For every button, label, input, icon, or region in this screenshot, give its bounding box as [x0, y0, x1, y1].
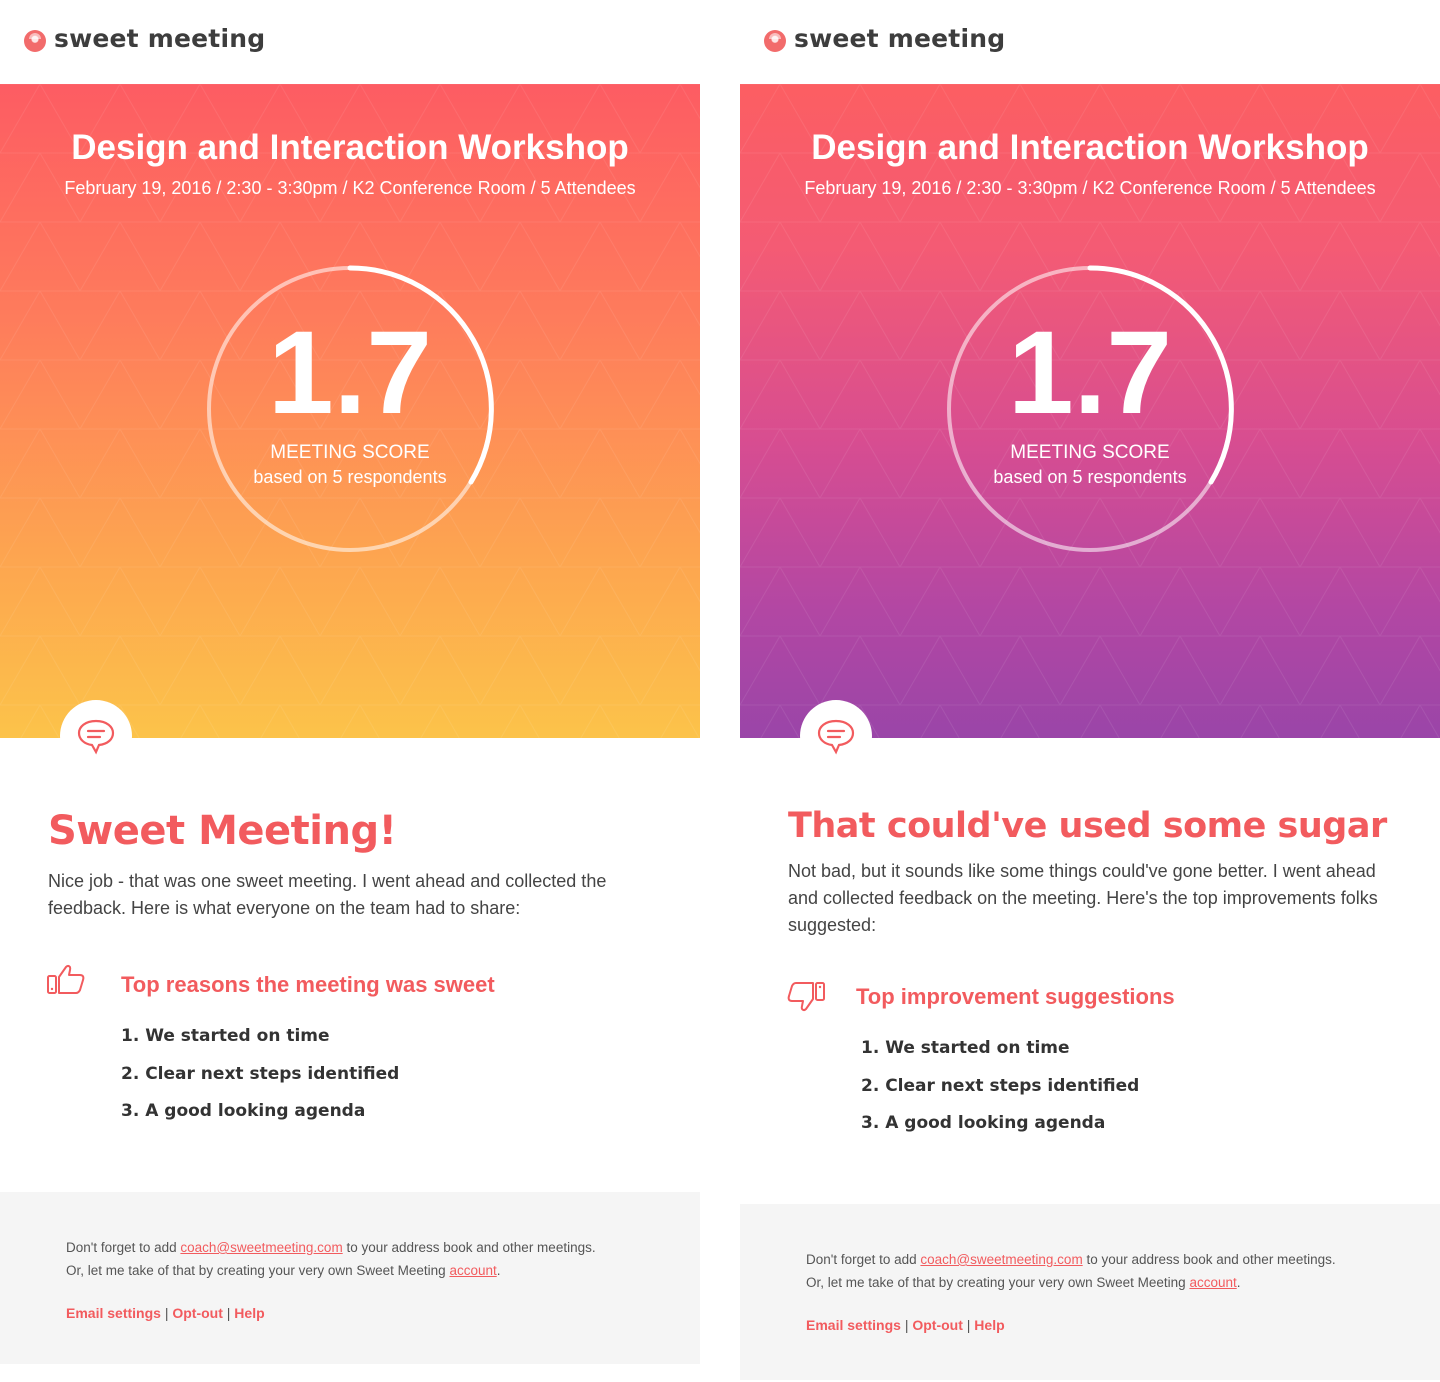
list-item: 1. We started on time	[121, 1026, 330, 1046]
footer-separator: |	[904, 1317, 909, 1333]
footer-text: Or, let me take of that by creating your…	[806, 1275, 1190, 1290]
coach-email-link[interactable]: coach@sweetmeeting.com	[920, 1252, 1082, 1267]
footer-line-1: Don't forget to add coach@sweetmeeting.c…	[66, 1240, 596, 1255]
improvements-list: 1. We started on time 2. Clear next step…	[861, 1030, 1139, 1143]
meeting-score-label: MEETING SCORE	[270, 442, 430, 463]
email-lead: Nice job - that was one sweet meeting. I…	[48, 871, 607, 918]
footer-line-1: Don't forget to add coach@sweetmeeting.c…	[806, 1252, 1336, 1267]
sweet-meeting-logo-icon	[24, 30, 46, 52]
sweet-meeting-logo-icon	[764, 30, 786, 52]
meeting-score-label: MEETING SCORE	[1010, 442, 1170, 463]
respondents-count: based on 5 respondents	[253, 467, 447, 487]
list-item: 2. Clear next steps identified	[861, 1075, 1140, 1096]
chat-badge	[800, 700, 872, 772]
list-item: 2. Clear next steps identified	[121, 1063, 400, 1084]
email-footer: Don't forget to add coach@sweetmeeting.c…	[740, 1204, 1440, 1380]
respondents-count: based on 5 respondents	[993, 467, 1187, 487]
brand-name: sweet meeting	[54, 24, 266, 53]
meeting-details: February 19, 2016 / 2:30 - 3:30pm / K2 C…	[64, 178, 636, 198]
section-title: Top improvement suggestions	[856, 984, 1175, 1009]
email-improvement: sweet meeting Design and Interaction Wor…	[740, 0, 1440, 1382]
footer-text: Don't forget to add	[66, 1240, 181, 1255]
footer-text: Don't forget to add	[806, 1252, 921, 1267]
meeting-score: 1.7	[267, 307, 433, 439]
opt-out-link[interactable]: Opt-out	[912, 1317, 963, 1333]
footer-line-2: Or, let me take of that by creating your…	[66, 1263, 501, 1278]
email-header: sweet meeting	[740, 0, 1440, 84]
meeting-score: 1.7	[1007, 307, 1173, 439]
email-positive: sweet meeting Design and Interaction Wor…	[0, 0, 700, 1382]
footer-line-2: Or, let me take of that by creating your…	[806, 1275, 1241, 1290]
footer-text: to your address book and other meetings.	[342, 1240, 596, 1255]
brand-name: sweet meeting	[794, 24, 1006, 53]
chat-bubble-icon	[77, 719, 115, 755]
footer-separator: |	[966, 1317, 971, 1333]
email-header: sweet meeting	[0, 0, 700, 84]
footer-text: .	[1236, 1275, 1241, 1290]
hero-banner: Design and Interaction Workshop February…	[0, 84, 700, 738]
thumbs-down-icon	[787, 982, 825, 1011]
opt-out-link[interactable]: Opt-out	[172, 1305, 223, 1321]
hero-banner: Design and Interaction Workshop February…	[740, 84, 1440, 738]
email-headline: That could've used some sugar	[788, 806, 1387, 846]
chat-bubble-icon	[817, 719, 855, 755]
meeting-title: Design and Interaction Workshop	[811, 128, 1369, 167]
footer-text: to your address book and other meetings.	[1082, 1252, 1336, 1267]
meeting-details: February 19, 2016 / 2:30 - 3:30pm / K2 C…	[804, 178, 1376, 198]
list-item: 1. We started on time	[861, 1038, 1070, 1058]
list-item: 3. A good looking agenda	[121, 1101, 366, 1121]
footer-links: Email settings | Opt-out | Help	[806, 1317, 1005, 1333]
chat-badge	[60, 700, 132, 772]
email-lead: Not bad, but it sounds like some things …	[788, 861, 1378, 935]
footer-links: Email settings | Opt-out | Help	[66, 1305, 265, 1321]
section-title: Top reasons the meeting was sweet	[121, 972, 495, 997]
reasons-list: 1. We started on time 2. Clear next step…	[121, 1018, 399, 1131]
coach-email-link[interactable]: coach@sweetmeeting.com	[180, 1240, 342, 1255]
help-link[interactable]: Help	[974, 1317, 1004, 1333]
footer-text: Or, let me take of that by creating your…	[66, 1263, 450, 1278]
footer-text: .	[496, 1263, 501, 1278]
account-link[interactable]: account	[449, 1263, 496, 1278]
help-link[interactable]: Help	[234, 1305, 264, 1321]
email-settings-link[interactable]: Email settings	[806, 1317, 901, 1333]
email-footer: Don't forget to add coach@sweetmeeting.c…	[0, 1192, 700, 1364]
account-link[interactable]: account	[1189, 1275, 1236, 1290]
list-item: 3. A good looking agenda	[861, 1113, 1106, 1133]
thumbs-up-icon	[47, 965, 85, 994]
footer-separator: |	[164, 1305, 169, 1321]
meeting-title: Design and Interaction Workshop	[71, 128, 629, 167]
email-settings-link[interactable]: Email settings	[66, 1305, 161, 1321]
footer-separator: |	[226, 1305, 231, 1321]
email-headline: Sweet Meeting!	[48, 808, 397, 854]
